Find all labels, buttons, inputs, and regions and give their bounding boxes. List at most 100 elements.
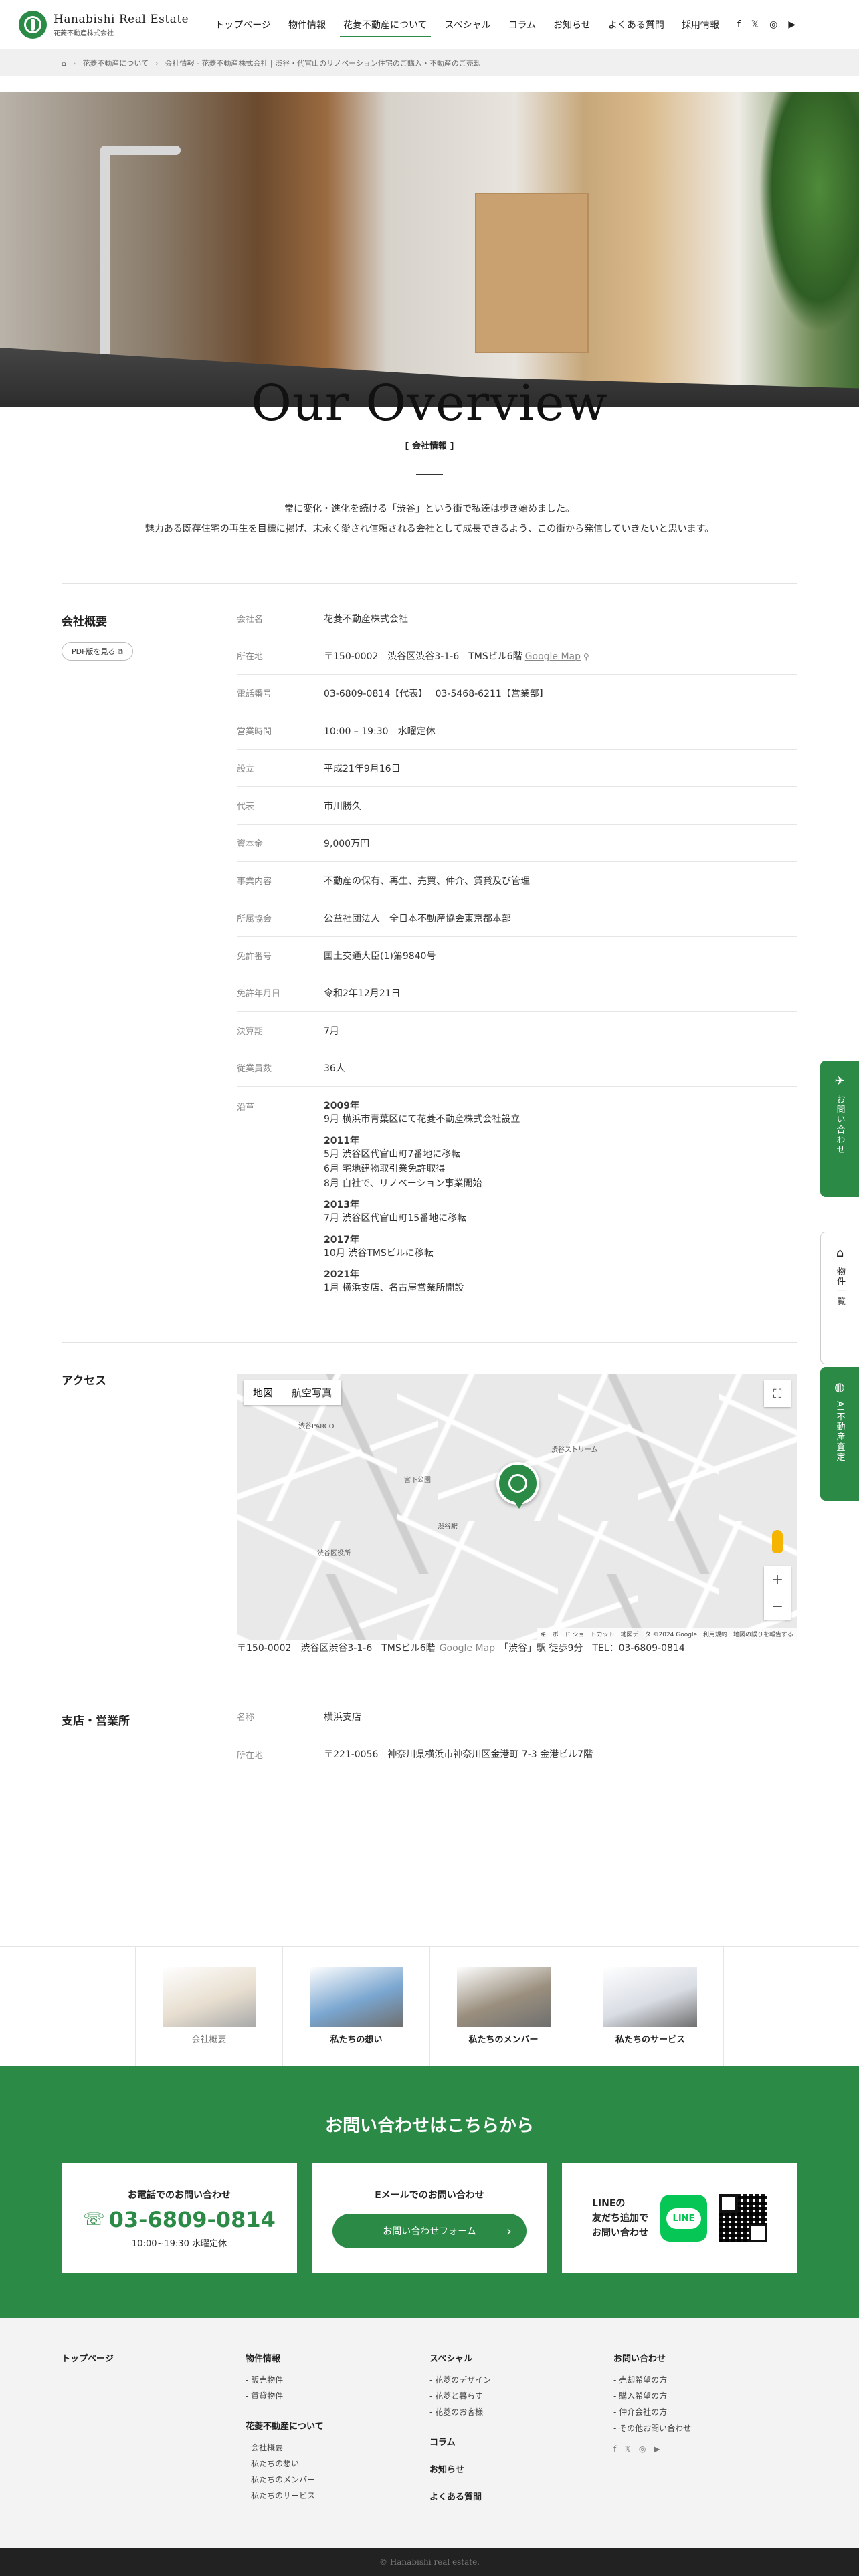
footer-heading[interactable]: お問い合わせ	[613, 2351, 797, 2364]
map-tab-map[interactable]: 地図	[244, 1380, 282, 1405]
footer-link[interactable]: 私たちのサービス	[246, 2488, 430, 2504]
table-row: 決算期 7月	[237, 1012, 797, 1049]
history-year: 2011年	[324, 1136, 359, 1146]
footer-link[interactable]: 仲介会社の方	[613, 2404, 797, 2420]
side-ai-appraisal-tab[interactable]: ◍ AI不動産査定	[820, 1367, 859, 1501]
footer-link[interactable]: 賃貸物件	[246, 2388, 430, 2404]
fullscreen-icon[interactable]: ⛶	[764, 1380, 791, 1407]
footer-link[interactable]: 購入希望の方	[613, 2388, 797, 2404]
footer-sns: f 𝕏 ◎ ▶	[613, 2444, 797, 2454]
footer-link[interactable]: 私たちのメンバー	[246, 2472, 430, 2488]
subnav-overview[interactable]: 会社概要	[135, 1947, 282, 2066]
footer-link[interactable]: 会社概要	[246, 2440, 430, 2456]
pdf-button[interactable]: PDF版を見る ⧉	[62, 642, 133, 661]
history-item: 9月 横浜市青葉区にて花菱不動産株式会社設立	[324, 1114, 520, 1125]
google-map[interactable]: 地図 航空写真 ⛶ 渋谷PARCO 渋谷ストリーム 渋谷駅 宮下公園 渋谷区役所…	[237, 1374, 797, 1640]
company-heading: 会社概要	[62, 615, 107, 629]
street-view-icon[interactable]	[772, 1530, 783, 1553]
youtube-icon[interactable]: ▶	[788, 19, 795, 30]
footer-link[interactable]: 売却希望の方	[613, 2372, 797, 2388]
footer-heading[interactable]: 花菱不動産について	[246, 2419, 430, 2432]
nav-news[interactable]: お知らせ	[545, 0, 599, 49]
facebook-icon[interactable]: f	[737, 19, 741, 30]
history-item: 5月 渋谷区代官山町7番地に移転	[324, 1149, 461, 1160]
nav-top[interactable]: トップページ	[206, 0, 280, 49]
nav-faq[interactable]: よくある質問	[599, 0, 673, 49]
subnav-vision[interactable]: 私たちの想い	[282, 1947, 430, 2066]
map-tab-satellite[interactable]: 航空写真	[282, 1380, 341, 1405]
table-row: 従業員数 36人	[237, 1049, 797, 1087]
footer-link[interactable]: 花菱と暮らす	[430, 2388, 613, 2404]
zoom-in-icon[interactable]: +	[764, 1566, 791, 1593]
nav-column[interactable]: コラム	[500, 0, 545, 49]
phone-icon: ☏	[83, 2209, 105, 2230]
subnav-members[interactable]: 私たちのメンバー	[430, 1947, 577, 2066]
footer-heading[interactable]: よくある質問	[430, 2490, 613, 2502]
contact-form-button[interactable]: お問い合わせフォーム	[332, 2214, 527, 2248]
paper-plane-icon: ✈	[834, 1074, 845, 1088]
thumbnail-image	[309, 1967, 403, 2027]
thumbnail-image	[162, 1967, 256, 2027]
footer-link[interactable]: その他お問い合わせ	[613, 2420, 797, 2436]
footer-link[interactable]: 花菱のお客様	[430, 2404, 613, 2420]
map-attribution: キーボード ショートカット 地図データ ©2024 Google 利用規約 地図…	[536, 1628, 797, 1640]
youtube-icon[interactable]: ▶	[654, 2444, 660, 2454]
side-contact-tab[interactable]: ✈ お問い合わせ	[820, 1061, 859, 1197]
zoom-out-icon[interactable]: −	[764, 1593, 791, 1620]
table-row: 所在地 〒221-0056 神奈川県横浜市神奈川区金港町 7-3 金港ビル7階	[237, 1749, 593, 1761]
page-subtitle: [ 会社情報 ]	[405, 441, 454, 451]
table-row: 代表 市川勝久	[237, 787, 797, 825]
subnav-services[interactable]: 私たちのサービス	[577, 1947, 724, 2066]
footer-link[interactable]: 花菱のデザイン	[430, 2372, 613, 2388]
google-map-link[interactable]: Google Map	[525, 651, 581, 662]
logo-text-en: Hanabishi Real Estate	[54, 12, 189, 26]
home-icon[interactable]: ⌂	[62, 59, 66, 68]
side-property-list-tab[interactable]: ⌂ 物件一覧	[820, 1232, 859, 1364]
breadcrumb: ⌂ › 花菱不動産について › 会社情報 - 花菱不動産株式会社 | 渋谷・代官…	[0, 49, 859, 76]
footer-top-link[interactable]: トップページ	[62, 2354, 114, 2364]
map-label: 宮下公園	[404, 1477, 431, 1484]
facebook-icon[interactable]: f	[613, 2444, 616, 2454]
thumbnail-image	[603, 1967, 697, 2027]
footer-heading[interactable]: コラム	[430, 2435, 613, 2448]
global-nav: トップページ 物件情報 花菱不動産について スペシャル コラム お知らせ よくあ…	[206, 0, 728, 49]
line-card: LINEの 友だち追加で お問い合わせ LINE	[562, 2163, 797, 2273]
history-item: 8月 自社で、リノベーション事業開始	[324, 1178, 482, 1189]
header-sns: f 𝕏 ◎ ▶	[737, 19, 795, 30]
nav-recruit[interactable]: 採用情報	[673, 0, 728, 49]
breadcrumb-about[interactable]: 花菱不動産について	[82, 58, 149, 68]
line-add-friend-button[interactable]: LINE	[660, 2195, 707, 2242]
company-section: 会社概要 PDF版を見る ⧉ 会社名 花菱不動産株式会社 所在地 〒150-0002…	[62, 583, 797, 1311]
footer-link[interactable]: 販売物件	[246, 2372, 430, 2388]
house-icon: ⌂	[836, 1246, 844, 1260]
footer-heading[interactable]: お知らせ	[430, 2462, 613, 2475]
footer-heading[interactable]: 物件情報	[246, 2351, 430, 2364]
chevron-right-icon: ›	[72, 58, 76, 68]
map-label: 渋谷駅	[438, 1523, 458, 1531]
table-row: 会社名 花菱不動産株式会社	[237, 600, 797, 637]
lead-text-1: 常に変化・進化を続ける「渋谷」という街で私達は歩き始めました。	[284, 504, 575, 514]
instagram-icon[interactable]: ◎	[639, 2444, 646, 2454]
chevron-right-icon: ›	[155, 58, 159, 68]
x-icon[interactable]: 𝕏	[751, 19, 759, 30]
thumbnail-image	[456, 1967, 551, 2027]
contact-section: お問い合わせはこちらから お電話でのお問い合わせ ☏ 03-6809-0814 1…	[0, 2066, 859, 2318]
nav-about[interactable]: 花菱不動産について	[335, 0, 436, 49]
phone-link[interactable]: ☏ 03-6809-0814	[83, 2207, 276, 2232]
nav-special[interactable]: スペシャル	[436, 0, 500, 49]
table-row: 資本金 9,000万円	[237, 825, 797, 862]
access-caption: 〒150-0002 渋谷区渋谷3-1-6 TMSビル6階 Google Map 「渋…	[237, 1643, 685, 1654]
google-map-link[interactable]: Google Map	[440, 1643, 495, 1654]
email-card: Eメールでのお問い合わせ お問い合わせフォーム	[312, 2163, 547, 2273]
footer-heading[interactable]: スペシャル	[430, 2351, 613, 2364]
site-logo[interactable]: Hanabishi Real Estate 花菱不動産株式会社	[19, 11, 189, 39]
nav-properties[interactable]: 物件情報	[280, 0, 335, 49]
instagram-icon[interactable]: ◎	[769, 19, 777, 30]
history-item: 6月 宅地建物取引業免許取得	[324, 1164, 446, 1174]
x-icon[interactable]: 𝕏	[624, 2444, 631, 2454]
footer-link[interactable]: 私たちの想い	[246, 2456, 430, 2472]
table-row: 営業時間 10:00 – 19:30 水曜定休	[237, 712, 797, 750]
page-title: Our Overview	[251, 374, 608, 432]
location-pin-icon[interactable]	[496, 1462, 539, 1509]
map-label: 渋谷PARCO	[298, 1423, 335, 1430]
